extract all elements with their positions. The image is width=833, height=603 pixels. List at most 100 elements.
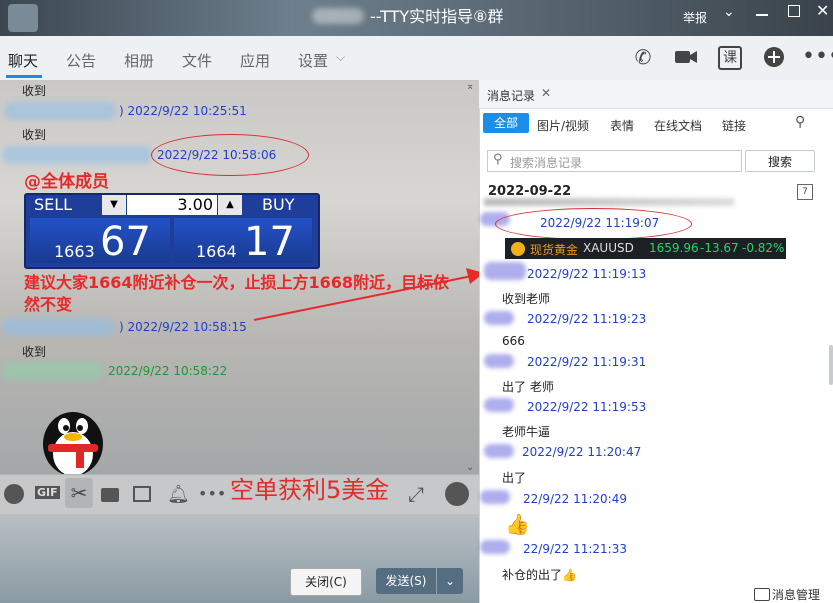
minimize-icon[interactable] [756, 14, 768, 16]
history-date: 2022-09-22 [488, 184, 572, 199]
group-avatar [8, 4, 38, 32]
message-text: 收到 [22, 84, 47, 98]
report-link[interactable]: 举报 [683, 9, 707, 26]
emoji-icon[interactable] [4, 484, 24, 504]
video-icon[interactable] [673, 44, 699, 70]
gold-coin-icon [511, 242, 525, 256]
message-manage-link[interactable]: 消息管理 [772, 586, 820, 603]
sell-price-small: 1663 [54, 242, 95, 261]
scissors-icon[interactable]: ✂ [65, 478, 93, 508]
filter-docs[interactable]: 在线文档 [654, 117, 702, 134]
overlay-caption: 空单获利5美金 [230, 476, 390, 504]
search-input[interactable]: 搜索消息记录 [510, 154, 582, 171]
history-emoji: 👍 [505, 512, 530, 536]
history-clock-icon[interactable] [445, 482, 469, 506]
blurred-sender [2, 362, 102, 380]
history-text: 出了 老师 [502, 380, 554, 394]
history-cutoff-row [484, 198, 734, 206]
image-icon[interactable] [133, 486, 151, 502]
history-text: 补仓的出了👍 [502, 568, 577, 582]
add-icon[interactable] [761, 44, 787, 70]
more-icon[interactable]: ••• [198, 484, 226, 503]
history-time: 2022/9/22 11:19:31 [527, 355, 647, 369]
avatar [484, 398, 514, 412]
blurred-name [312, 8, 364, 24]
send-options-chevron-icon[interactable]: ⌄ [437, 568, 463, 594]
message-text: 收到 [22, 128, 47, 142]
ticker-change: -13.67 [700, 241, 739, 255]
penguin-sticker [43, 412, 103, 474]
mention-text: @全体成员 [24, 172, 109, 192]
filter-emoji[interactable]: 表情 [610, 117, 634, 134]
avatar [484, 444, 514, 458]
buy-price-big: 17 [244, 219, 295, 265]
filter-all[interactable]: 全部 [483, 113, 529, 133]
phone-icon[interactable]: ✆ [630, 44, 656, 70]
highlight-ellipse [495, 208, 692, 240]
message-time: ) 2022/9/22 10:25:51 [119, 104, 247, 118]
filter-links[interactable]: 链接 [722, 117, 746, 134]
qty-up-button[interactable]: ▲ [218, 195, 242, 215]
history-text: 出了 [502, 471, 527, 485]
blurred-sender [4, 102, 116, 120]
highlight-ellipse [151, 134, 309, 176]
qty-input[interactable]: 3.00 [127, 195, 217, 215]
blurred-sender [2, 318, 114, 336]
annotation-arrow [253, 268, 484, 321]
avatar [484, 311, 514, 325]
avatar [480, 540, 510, 554]
maximize-icon[interactable] [788, 5, 800, 17]
avatar [484, 354, 514, 368]
ticker-pct: -0.82% [742, 241, 785, 255]
tab-album[interactable]: 相册 [124, 50, 154, 71]
tab-chat[interactable]: 聊天 [8, 50, 38, 71]
tab-apps[interactable]: 应用 [240, 50, 270, 71]
avatar [480, 490, 510, 504]
filter-settings-icon[interactable]: ⚲ [795, 114, 805, 130]
history-time: 22/9/22 11:21:33 [523, 542, 627, 556]
filter-media[interactable]: 图片/视频 [537, 117, 589, 134]
close-button[interactable]: 关闭(C) [290, 568, 362, 596]
folder-icon[interactable] [101, 488, 119, 502]
message-time: 2022/9/22 10:58:22 [108, 364, 228, 378]
search-icon: ⚲ [493, 152, 503, 167]
history-time: 2022/9/22 11:19:23 [527, 312, 647, 326]
gif-icon[interactable]: GIF [35, 486, 60, 499]
collapse-icon[interactable]: ⌄ [466, 462, 474, 473]
active-tab-indicator [6, 75, 42, 78]
expand-icon[interactable]: ⤢ [408, 482, 424, 506]
calendar-icon[interactable]: 7 [797, 184, 813, 200]
ticker-symbol: XAUUSD [583, 241, 634, 255]
send-button[interactable]: 发送(S) [376, 568, 436, 594]
tab-settings[interactable]: 设置 [298, 50, 328, 71]
history-time: 2022/9/22 11:20:47 [522, 445, 642, 459]
lesson-icon[interactable]: 课 [718, 46, 742, 70]
history-scrollbar[interactable] [829, 345, 833, 385]
window-title: --TTY实时指导⑧群 [370, 7, 504, 26]
close-icon[interactable]: ✕ [816, 1, 829, 20]
close-icon[interactable]: ✕ [541, 86, 551, 100]
sell-label[interactable]: SELL [34, 195, 98, 215]
message-manage-icon[interactable] [754, 588, 770, 601]
tab-files[interactable]: 文件 [182, 50, 212, 71]
ticker-name: 现货黄金 [530, 243, 579, 257]
chevron-down-icon[interactable]: ⌄ [723, 4, 735, 20]
search-button[interactable]: 搜索 [745, 150, 815, 172]
message-text: 收到 [22, 345, 47, 359]
buy-label[interactable]: BUY [262, 195, 294, 214]
collapse-icon[interactable]: ⌅ [466, 81, 474, 92]
tab-announcements[interactable]: 公告 [66, 50, 96, 71]
history-tab[interactable]: 消息记录 [487, 87, 535, 104]
bell-icon[interactable]: 🔔︎ [167, 484, 190, 505]
chevron-down-icon[interactable]: ⌵ [336, 50, 345, 65]
history-text: 老师牛逼 [502, 425, 551, 439]
message-time: ) 2022/9/22 10:58:15 [119, 320, 247, 334]
history-text: 收到老师 [502, 292, 551, 306]
history-text: 666 [502, 334, 525, 348]
blurred-sender [2, 146, 152, 164]
history-time: 2022/9/22 11:19:13 [527, 267, 647, 281]
ticker-price: 1659.96 [649, 241, 699, 255]
history-time: 22/9/22 11:20:49 [523, 492, 627, 506]
more-icon[interactable]: ••• [802, 44, 833, 70]
qty-down-button[interactable]: ▼ [102, 195, 126, 215]
